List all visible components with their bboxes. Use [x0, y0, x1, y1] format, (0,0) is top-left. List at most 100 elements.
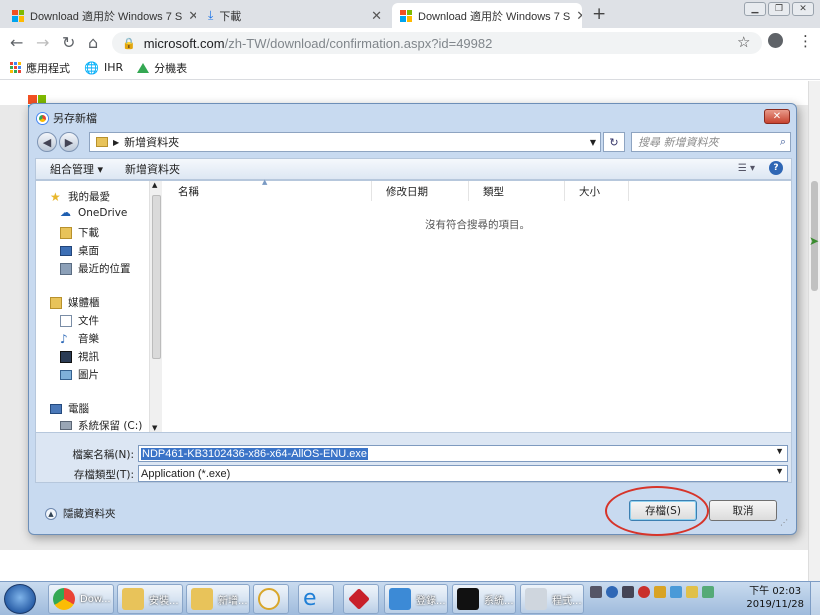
column-header-size[interactable]: 大小: [565, 181, 629, 201]
page-scrollbar[interactable]: [808, 81, 820, 581]
nav-computer[interactable]: 電腦: [50, 401, 89, 416]
resize-grip-icon[interactable]: ⋰: [780, 518, 788, 527]
cloud-icon: ☁: [60, 206, 71, 219]
view-options-icon[interactable]: ☰ ▾: [738, 163, 755, 174]
hide-folders-label: 隱藏資料夾: [63, 508, 116, 520]
nav-onedrive[interactable]: ☁ OneDrive: [60, 206, 127, 220]
video-icon: [60, 350, 72, 363]
taskbar-item-programs[interactable]: 程式...: [520, 584, 584, 614]
chevron-right-icon: ▶: [113, 137, 120, 147]
nav-system-drive[interactable]: 系統保留 (C:): [60, 418, 142, 433]
download-icon: ⤓: [208, 8, 214, 22]
lock-icon: 🔒: [122, 37, 136, 50]
bookmark-extension-table[interactable]: 分機表: [137, 60, 187, 76]
dialog-close-button[interactable]: ✕: [764, 109, 790, 124]
antivirus-icon[interactable]: [638, 586, 650, 598]
usb-icon[interactable]: [622, 586, 634, 598]
maximize-button[interactable]: ❐: [768, 2, 790, 16]
tab-download-1[interactable]: Download 適用於 Windows 7 S ✕: [4, 3, 196, 28]
cancel-button[interactable]: 取消: [709, 500, 777, 521]
close-icon[interactable]: ✕: [371, 8, 382, 24]
folder-address-bar[interactable]: ▶ 新增資料夾 ▼: [89, 132, 601, 152]
back-icon[interactable]: ←: [10, 33, 23, 52]
filename-input[interactable]: NDP461-KB3102436-x86-x64-AllOS-ENU.exe ▼: [138, 445, 788, 462]
new-folder-button[interactable]: 新增資料夾: [125, 161, 180, 177]
nav-videos[interactable]: 視訊: [60, 349, 99, 364]
column-header-modified[interactable]: 修改日期: [372, 181, 469, 201]
taskbar-item-clock-app[interactable]: [253, 584, 289, 614]
dialog-footer: ▲ 隱藏資料夾 存檔(S) 取消 ⋰: [29, 484, 796, 536]
scroll-up-icon[interactable]: ▲: [152, 181, 157, 189]
chevron-down-icon[interactable]: ▼: [590, 138, 596, 147]
save-button[interactable]: 存檔(S): [629, 500, 697, 521]
taskbar-item-new-folder[interactable]: 新增...: [186, 584, 250, 614]
nav-desktop[interactable]: 桌面: [60, 243, 99, 258]
nav-downloads[interactable]: 下載: [60, 225, 99, 240]
flag-icon[interactable]: [702, 586, 714, 598]
nav-favorites[interactable]: ★ 我的最愛: [50, 189, 110, 204]
minimize-button[interactable]: ▁: [744, 2, 766, 16]
url-host: microsoft.com: [143, 35, 225, 51]
hide-folders-toggle[interactable]: ▲ 隱藏資料夾: [45, 506, 116, 521]
bookmark-ihr[interactable]: 🌐 IHR: [84, 61, 123, 75]
clock-date: 2019/11/28: [746, 599, 804, 610]
keyboard-icon[interactable]: [590, 586, 602, 598]
refresh-icon[interactable]: ↻: [603, 132, 625, 152]
new-tab-button[interactable]: +: [592, 4, 606, 24]
system-clock[interactable]: 下午 02:03 2019/11/28: [746, 585, 804, 611]
profile-avatar-icon[interactable]: [768, 33, 783, 48]
help-tray-icon[interactable]: [606, 586, 618, 598]
taskbar-item-cmd[interactable]: 系統...: [452, 584, 516, 614]
nav-libraries[interactable]: 媒體櫃: [50, 295, 100, 310]
close-icon[interactable]: ✕: [576, 8, 582, 24]
bookmark-label: 應用程式: [26, 61, 70, 75]
taskbar-item-chrome[interactable]: Dow...: [48, 584, 114, 614]
shield-tray-icon[interactable]: [686, 586, 698, 598]
scroll-down-icon[interactable]: ▼: [152, 424, 157, 432]
microsoft-logo-icon: [400, 9, 412, 22]
taskbar-label: 系統...: [484, 595, 514, 607]
nav-music[interactable]: ♪ 音樂: [60, 331, 99, 346]
menu-dots-icon[interactable]: ⋮: [798, 32, 813, 50]
column-header-name[interactable]: 名稱 ▲: [164, 178, 372, 201]
column-header-type[interactable]: 類型: [469, 181, 565, 201]
search-icon[interactable]: ⌕: [780, 135, 786, 149]
nav-pictures[interactable]: 圖片: [60, 367, 99, 382]
scroll-thumb[interactable]: [152, 195, 161, 359]
bookmark-star-icon[interactable]: ☆: [737, 33, 750, 51]
network-tool-icon[interactable]: [654, 586, 666, 598]
address-bar[interactable]: 🔒 microsoft.com/zh-TW/download/confirmat…: [112, 32, 762, 54]
tab-download-active[interactable]: Download 適用於 Windows 7 S ✕: [392, 3, 582, 28]
close-icon[interactable]: ✕: [188, 8, 196, 24]
search-input[interactable]: 搜尋 新增資料夾 ⌕: [631, 132, 791, 152]
organize-button[interactable]: 組合管理 ▾: [50, 161, 103, 177]
taskbar-item-ie[interactable]: e: [298, 584, 334, 614]
home-icon[interactable]: ⌂: [88, 33, 98, 52]
nav-label: 視訊: [78, 351, 99, 363]
reload-icon[interactable]: ↻: [62, 33, 75, 52]
show-desktop-button[interactable]: [810, 582, 820, 615]
close-window-button[interactable]: ✕: [792, 2, 814, 16]
nav-scrollbar[interactable]: ▲ ▼: [149, 181, 162, 432]
page-footer: [0, 550, 808, 581]
taskbar-label: Dow...: [80, 593, 111, 605]
forward-icon[interactable]: →: [36, 33, 49, 52]
help-icon[interactable]: ?: [769, 161, 783, 175]
chevron-down-icon[interactable]: ▼: [775, 466, 784, 476]
nav-documents[interactable]: 文件: [60, 313, 99, 328]
nav-label: 圖片: [78, 369, 99, 381]
tab-title: Download 適用於 Windows 7 S: [418, 10, 571, 23]
taskbar-item-registry[interactable]: 登錄...: [384, 584, 448, 614]
monitor-icon[interactable]: [670, 586, 682, 598]
forward-arrow-icon[interactable]: ▶: [59, 132, 79, 152]
taskbar-item-ruby[interactable]: [343, 584, 379, 614]
start-button[interactable]: [4, 584, 36, 614]
tab-downloads[interactable]: ⤓ 下載 ✕: [200, 3, 390, 28]
back-arrow-icon[interactable]: ◀: [37, 132, 57, 152]
nav-recent[interactable]: 最近的位置: [60, 261, 131, 276]
chevron-down-icon[interactable]: ▼: [775, 446, 784, 456]
filetype-select[interactable]: Application (*.exe) ▼: [138, 465, 788, 482]
current-folder: 新增資料夾: [124, 136, 180, 149]
taskbar-item-install[interactable]: 安裝...: [117, 584, 183, 614]
bookmark-apps[interactable]: 應用程式: [10, 60, 70, 76]
